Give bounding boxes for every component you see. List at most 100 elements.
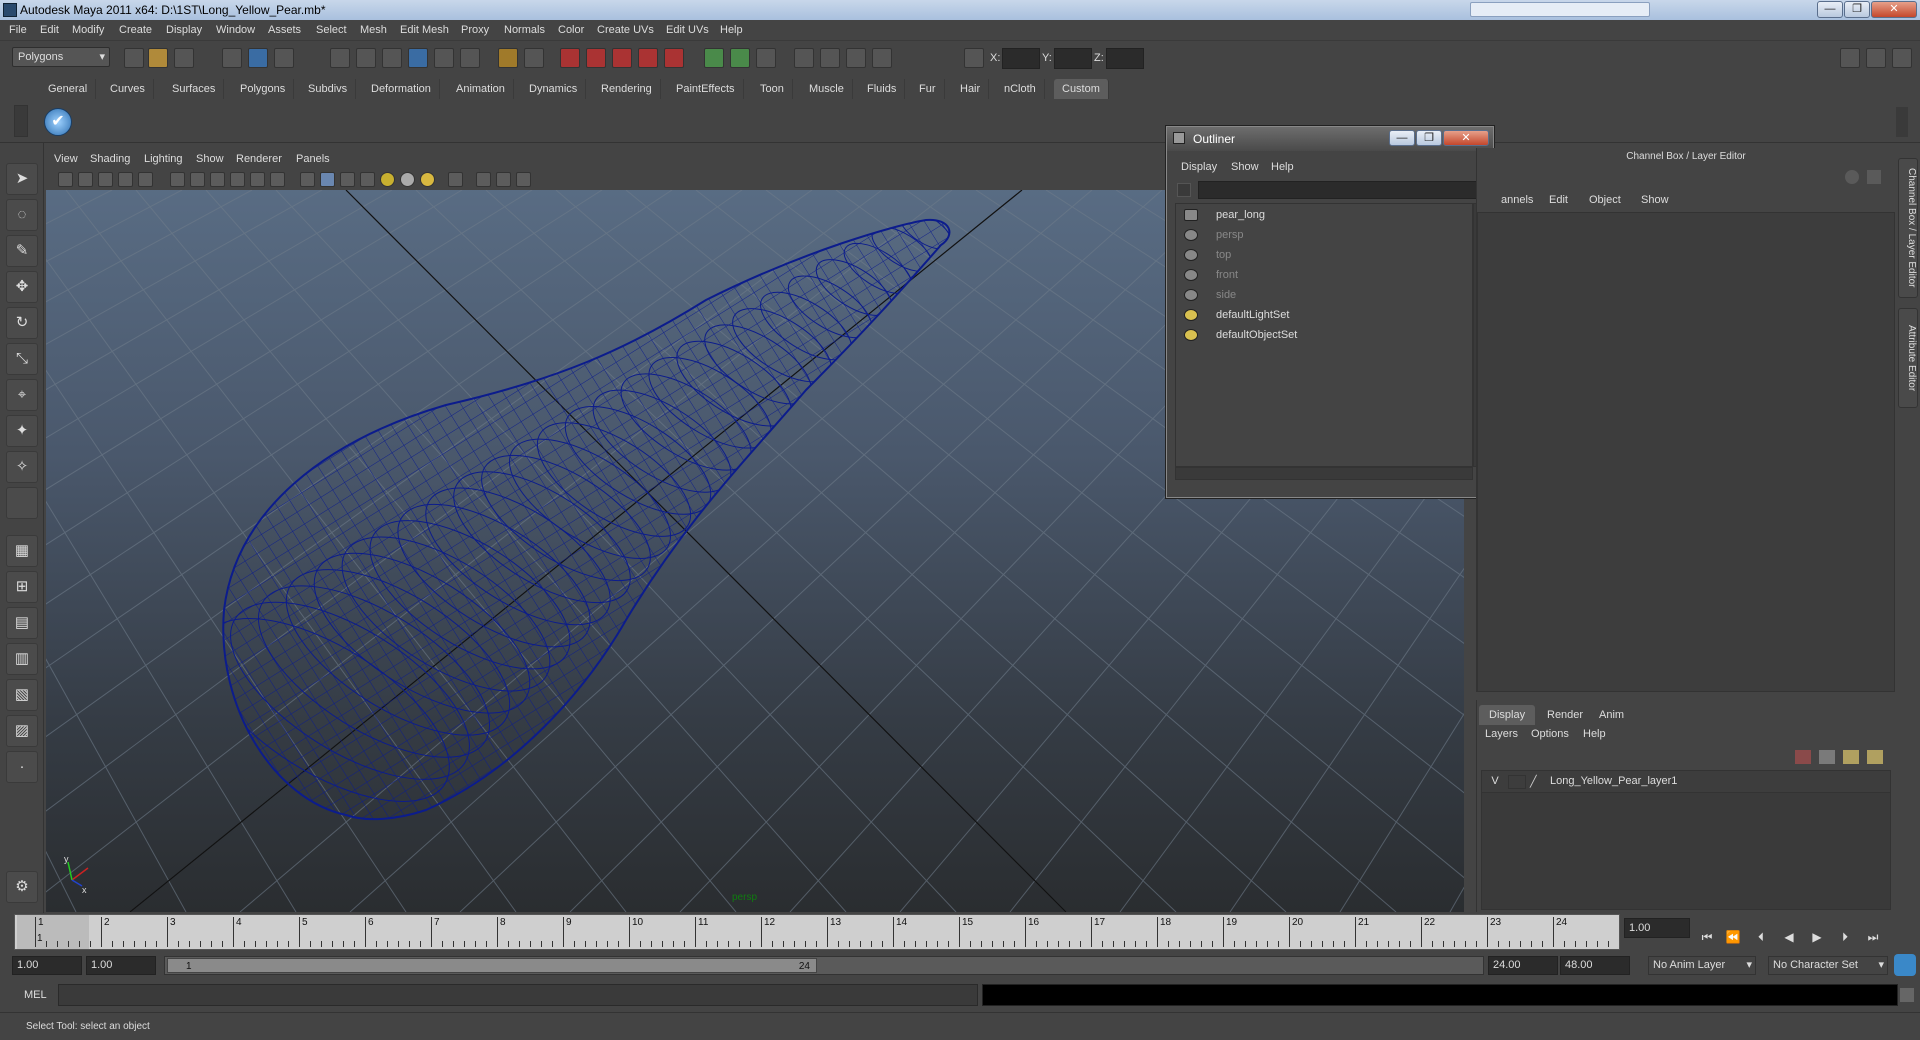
shelf-tab-fluids[interactable]: Fluids bbox=[859, 79, 906, 99]
viewport-menu-renderer[interactable]: Renderer bbox=[236, 153, 282, 165]
layer-list[interactable]: V ╱ Long_Yellow_Pear_layer1 bbox=[1481, 770, 1891, 910]
menu-assets[interactable]: Assets bbox=[268, 24, 301, 36]
input-output-icon[interactable] bbox=[524, 48, 544, 68]
menu-create-uvs[interactable]: Create UVs bbox=[597, 24, 654, 36]
layer-menu-layers[interactable]: Layers bbox=[1485, 728, 1518, 740]
wireframe-on-shaded-icon[interactable] bbox=[340, 172, 355, 187]
lasso-tool-icon[interactable]: ◌ bbox=[6, 199, 38, 231]
grid-toggle-icon[interactable] bbox=[170, 172, 185, 187]
layer-visibility-toggle[interactable]: V bbox=[1486, 775, 1504, 789]
input-line-icon[interactable] bbox=[704, 48, 724, 68]
start-time-field[interactable]: 1.00 bbox=[12, 956, 82, 975]
end-time-field[interactable]: 48.00 bbox=[1560, 956, 1630, 975]
layer-name[interactable]: Long_Yellow_Pear_layer1 bbox=[1550, 775, 1677, 787]
manipulator-icon[interactable]: ⌖ bbox=[6, 379, 38, 411]
select-object-icon[interactable] bbox=[248, 48, 268, 68]
move-tool-icon[interactable]: ✥ bbox=[6, 271, 38, 303]
shelf-tab-ncloth[interactable]: nCloth bbox=[996, 79, 1045, 99]
snap-view-plane-icon[interactable] bbox=[408, 48, 428, 68]
current-time-field[interactable]: 1.00 bbox=[1624, 918, 1690, 938]
image-plane-icon[interactable] bbox=[118, 172, 133, 187]
four-view-layout-icon[interactable]: ⊞ bbox=[6, 571, 38, 603]
snap-grid-icon[interactable] bbox=[330, 48, 350, 68]
channel-box-menu-edit[interactable]: Edit bbox=[1549, 194, 1568, 206]
all-lights-icon[interactable] bbox=[400, 172, 415, 187]
camera-attributes-icon[interactable] bbox=[78, 172, 93, 187]
x-field[interactable] bbox=[1002, 48, 1040, 69]
layer-color-swatch[interactable]: ╱ bbox=[1530, 775, 1544, 789]
paint-select-icon[interactable]: ✎ bbox=[6, 235, 38, 267]
layer-menu-options[interactable]: Options bbox=[1531, 728, 1569, 740]
outliner-minimize-button[interactable]: — bbox=[1389, 130, 1415, 146]
new-scene-icon[interactable] bbox=[124, 48, 144, 68]
time-slider-track[interactable]: 1 1 2 3 4 5 6 7 8 9 10 11 12 13 14 15 16 17 18 19 20 21 22 23 2… bbox=[14, 914, 1620, 950]
script-editor-button-icon[interactable] bbox=[1900, 988, 1914, 1002]
scale-tool-icon[interactable]: ⤡ bbox=[6, 343, 38, 375]
ipr-render-icon[interactable] bbox=[586, 48, 606, 68]
new-layer-selected-icon[interactable] bbox=[1867, 750, 1883, 764]
outliner-persp-layout-icon[interactable]: ▤ bbox=[6, 607, 38, 639]
check-shelf-icon[interactable]: ✔ bbox=[44, 108, 72, 136]
outliner-item[interactable]: persp bbox=[1184, 226, 1244, 244]
isolate-select-icon[interactable] bbox=[448, 172, 463, 187]
auto-key-icon[interactable] bbox=[1894, 954, 1916, 976]
hypershade-icon[interactable] bbox=[638, 48, 658, 68]
persp-graph-layout-icon[interactable]: ▨ bbox=[6, 715, 38, 747]
menu-create[interactable]: Create bbox=[119, 24, 152, 36]
render-view-icon[interactable] bbox=[664, 48, 684, 68]
outliner-search-field[interactable] bbox=[1198, 181, 1484, 199]
channel-box-area[interactable] bbox=[1477, 212, 1895, 692]
render-settings-icon[interactable] bbox=[612, 48, 632, 68]
bookmarks-icon[interactable] bbox=[98, 172, 113, 187]
side-tab-attribute-editor[interactable]: Attribute Editor bbox=[1898, 308, 1918, 408]
xray-joints-icon[interactable] bbox=[496, 172, 511, 187]
soft-mod-icon[interactable]: ✦ bbox=[6, 415, 38, 447]
play-forwards-icon[interactable]: ▶ bbox=[1808, 928, 1826, 946]
shelf-tab-painteffects[interactable]: PaintEffects bbox=[668, 79, 744, 99]
outliner-filter-icon[interactable] bbox=[1177, 183, 1191, 197]
sidebar-toggle-icon[interactable] bbox=[756, 48, 776, 68]
command-input[interactable] bbox=[58, 984, 978, 1006]
construction-history-icon[interactable] bbox=[498, 48, 518, 68]
range-slider-handle[interactable]: 1 24 bbox=[167, 958, 817, 973]
shelf-tab-deformation[interactable]: Deformation bbox=[363, 79, 440, 99]
character-set-dropdown[interactable]: No Character Set ▾ bbox=[1768, 956, 1888, 975]
shelf-tab-polygons[interactable]: Polygons bbox=[232, 79, 295, 99]
minimize-button[interactable]: — bbox=[1817, 1, 1843, 18]
playback-start-field[interactable]: 1.00 bbox=[86, 956, 156, 975]
shelf-tab-hair[interactable]: Hair bbox=[952, 79, 990, 99]
show-channel-box-icon[interactable] bbox=[846, 48, 866, 68]
shelf-tab-dynamics[interactable]: Dynamics bbox=[521, 79, 587, 99]
close-button[interactable]: ✕ bbox=[1871, 1, 1917, 18]
transform-mode-icon[interactable] bbox=[964, 48, 984, 68]
layer-menu-help[interactable]: Help bbox=[1583, 728, 1606, 740]
menu-window[interactable]: Window bbox=[216, 24, 255, 36]
menu-file[interactable]: File bbox=[9, 24, 27, 36]
smooth-shading-icon[interactable] bbox=[320, 172, 335, 187]
xray-icon[interactable] bbox=[476, 172, 491, 187]
select-camera-icon[interactable] bbox=[58, 172, 73, 187]
shelf-tab-rendering[interactable]: Rendering bbox=[593, 79, 661, 99]
command-language-label[interactable]: MEL bbox=[24, 989, 47, 1001]
shelf-tab-toon[interactable]: Toon bbox=[752, 79, 793, 99]
select-hierarchy-icon[interactable] bbox=[222, 48, 242, 68]
outliner-item[interactable]: side bbox=[1184, 286, 1236, 304]
help-search-field[interactable] bbox=[1470, 2, 1650, 17]
hypershade-persp-layout-icon[interactable]: ▧ bbox=[6, 679, 38, 711]
render-frame-icon[interactable] bbox=[560, 48, 580, 68]
shelf-scroll-icon[interactable] bbox=[1896, 107, 1908, 137]
viewport-menu-panels[interactable]: Panels bbox=[296, 153, 330, 165]
step-back-key-icon[interactable]: ⏴ bbox=[1752, 928, 1770, 946]
safe-action-icon[interactable] bbox=[270, 172, 285, 187]
menu-set-dropdown[interactable]: Polygons ▾ bbox=[12, 47, 110, 67]
show-attribute-editor-icon[interactable] bbox=[794, 48, 814, 68]
layout-more-icon[interactable]: · bbox=[6, 751, 38, 783]
layer-tab-anim[interactable]: Anim bbox=[1589, 705, 1634, 725]
resolution-gate-icon[interactable] bbox=[210, 172, 225, 187]
menu-modify[interactable]: Modify bbox=[72, 24, 104, 36]
y-field[interactable] bbox=[1054, 48, 1092, 69]
menu-select[interactable]: Select bbox=[316, 24, 347, 36]
shelf-tab-animation[interactable]: Animation bbox=[448, 79, 514, 99]
layer-display-type-toggle[interactable] bbox=[1508, 775, 1526, 789]
move-layer-up-icon[interactable] bbox=[1795, 750, 1811, 764]
